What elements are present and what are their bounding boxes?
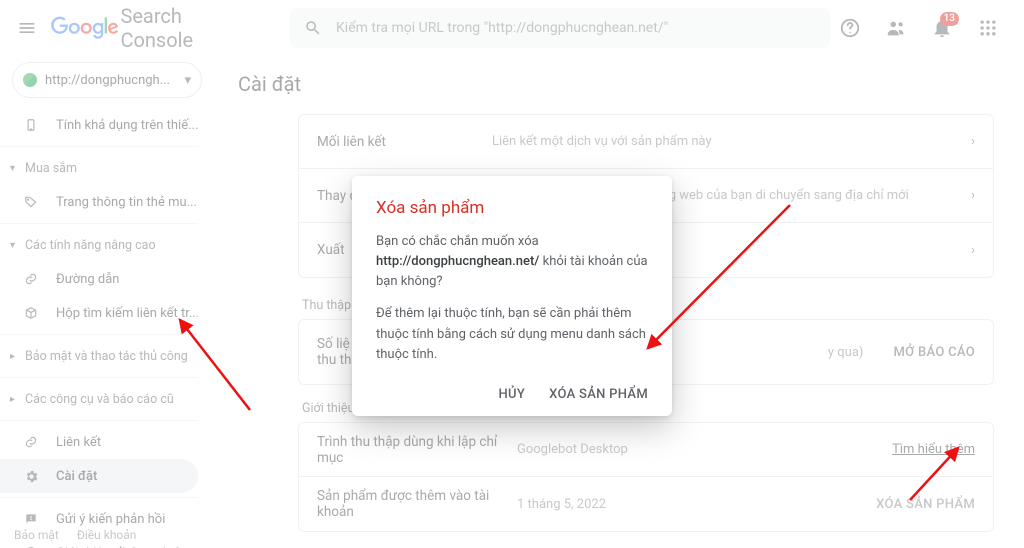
modal-overlay[interactable]: Xóa sản phẩm Bạn có chắc chắn muốn xóa h… — [0, 0, 1024, 548]
dialog-title: Xóa sản phẩm — [376, 198, 648, 218]
dialog-body: Bạn có chắc chắn muốn xóa http://dongphu… — [376, 232, 648, 365]
remove-property-dialog: Xóa sản phẩm Bạn có chắc chắn muốn xóa h… — [352, 176, 672, 416]
dialog-confirm-button[interactable]: XÓA SẢN PHẨM — [549, 387, 648, 402]
dialog-cancel-button[interactable]: HỦY — [499, 387, 526, 402]
